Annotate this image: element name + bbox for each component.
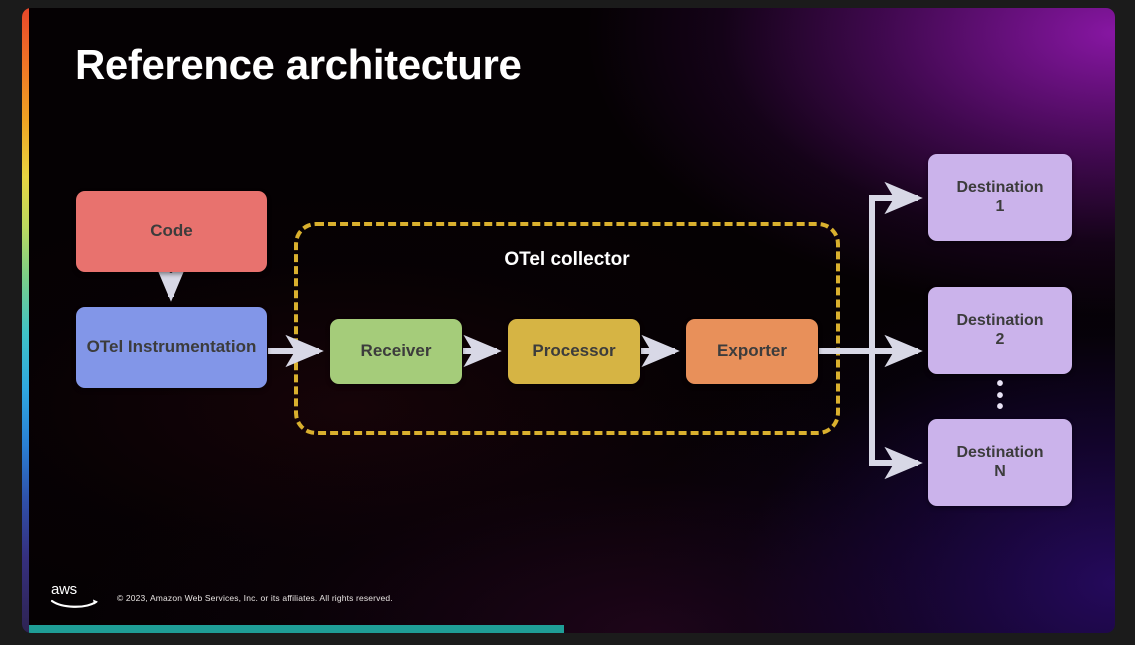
destination-n-line2: N xyxy=(994,462,1006,480)
destination-1-line1: Destination xyxy=(956,178,1044,196)
rainbow-accent-bar xyxy=(22,8,29,633)
destination-2-line2: 2 xyxy=(995,330,1005,348)
destination-1-line2: 1 xyxy=(995,197,1005,215)
node-destination-n-label: Destination N xyxy=(956,444,1043,482)
svg-text:aws: aws xyxy=(51,581,77,598)
aws-logo-icon: aws xyxy=(50,581,98,608)
node-otel-instrumentation-label: OTel Instrumentation xyxy=(86,337,257,357)
destination-2-line1: Destination xyxy=(956,311,1044,329)
node-destination-2-label: Destination 2 xyxy=(956,312,1043,350)
node-exporter-label: Exporter xyxy=(717,341,787,361)
node-destination-2[interactable]: Destination 2 xyxy=(928,287,1072,374)
node-destination-1-label: Destination 1 xyxy=(956,179,1043,217)
node-destination-n[interactable]: Destination N xyxy=(928,419,1072,506)
node-code[interactable]: Code xyxy=(76,191,267,272)
copyright-text: © 2023, Amazon Web Services, Inc. or its… xyxy=(117,593,393,603)
node-receiver-label: Receiver xyxy=(360,341,432,361)
node-destination-1[interactable]: Destination 1 xyxy=(928,154,1072,241)
node-processor-label: Processor xyxy=(532,341,616,361)
node-receiver[interactable]: Receiver xyxy=(330,319,462,384)
node-processor[interactable]: Processor xyxy=(508,319,640,384)
reference-architecture-diagram: OTel collector Code OTel Instrumentation… xyxy=(22,8,1115,633)
node-code-label: Code xyxy=(150,221,193,241)
node-exporter[interactable]: Exporter xyxy=(686,319,818,384)
slide-progress-bar xyxy=(29,625,564,633)
destination-n-line1: Destination xyxy=(956,443,1044,461)
slide-footer: aws © 2023, Amazon Web Services, Inc. or… xyxy=(22,573,1115,633)
node-otel-instrumentation[interactable]: OTel Instrumentation xyxy=(76,307,267,388)
destination-ellipsis: • • • xyxy=(928,374,1072,419)
ellipsis-dot-3: • xyxy=(996,396,1004,419)
slide-canvas: Reference architecture OTel collector Co… xyxy=(22,8,1115,633)
